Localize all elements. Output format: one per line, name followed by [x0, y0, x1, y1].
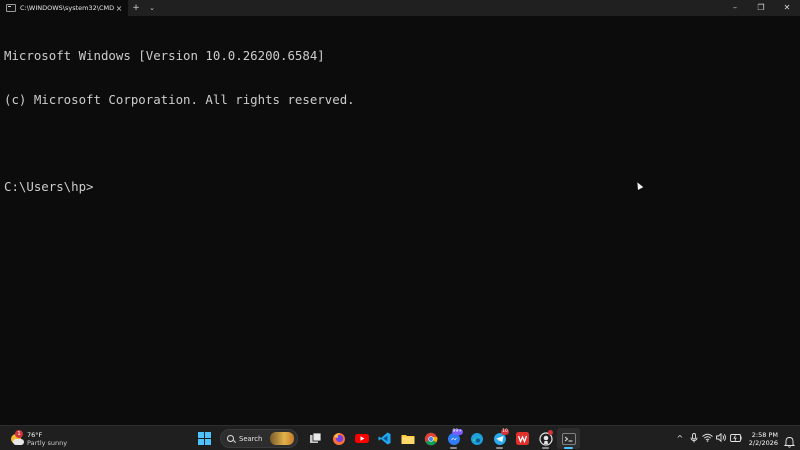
search-highlight-image: [270, 432, 294, 445]
start-button[interactable]: [193, 428, 216, 449]
volume-icon[interactable]: [715, 432, 729, 444]
tab-dropdown-button[interactable]: ⌄: [144, 0, 160, 16]
youtube-button[interactable]: [350, 428, 373, 449]
github-desktop-button[interactable]: [534, 428, 557, 449]
clock[interactable]: 2:58 PM 2/2/2026: [749, 431, 778, 447]
edge-icon: [470, 432, 483, 445]
terminal-icon: [6, 4, 16, 12]
battery-icon[interactable]: [729, 433, 743, 444]
clock-time: 2:58 PM: [751, 430, 778, 439]
vscode-icon: [378, 432, 391, 445]
minimize-button[interactable]: –: [722, 0, 748, 16]
command-prompt[interactable]: C:\Users\hp>: [4, 179, 796, 195]
partly-sunny-icon: 1: [10, 430, 24, 446]
notification-bell-icon[interactable]: [783, 433, 796, 448]
console-output[interactable]: Microsoft Windows [Version 10.0.26200.65…: [4, 20, 796, 209]
taskbar-apps: Search 99+ 10: [193, 428, 580, 449]
terminal-icon: [561, 432, 576, 445]
wps-office-button[interactable]: [511, 428, 534, 449]
title-bar: C:\WINDOWS\system32\CMD × + ⌄ – ❐ ✕: [0, 0, 800, 16]
taskbar-search[interactable]: Search: [220, 429, 298, 448]
file-explorer-button[interactable]: [396, 428, 419, 449]
terminal-taskbar-button[interactable]: [557, 428, 580, 449]
telegram-badge: 10: [501, 429, 509, 435]
console-line: (c) Microsoft Corporation. All rights re…: [4, 91, 355, 107]
youtube-icon: [354, 434, 369, 443]
chrome-button[interactable]: [419, 428, 442, 449]
console-line: Microsoft Windows [Version 10.0.26200.65…: [4, 48, 325, 63]
search-icon: [227, 435, 234, 442]
folder-icon: [401, 434, 414, 444]
window-controls: – ❐ ✕: [722, 0, 800, 16]
new-tab-button[interactable]: +: [128, 0, 144, 16]
firefox-icon: [332, 432, 345, 445]
windows-start-icon: [198, 432, 211, 445]
vscode-button[interactable]: [373, 428, 396, 449]
system-tray: ^ 2:58 PM 2/2/2026: [673, 428, 796, 449]
wifi-icon[interactable]: [701, 433, 715, 444]
messenger-button[interactable]: 99+: [442, 428, 465, 449]
close-button[interactable]: ✕: [774, 0, 800, 16]
search-label: Search: [239, 434, 263, 443]
telegram-button[interactable]: 10: [488, 428, 511, 449]
show-hidden-icons-button[interactable]: ^: [673, 434, 687, 443]
messenger-badge: 99+: [451, 429, 463, 435]
taskbar: 1 76°F Partly sunny Search 99+ 10 ^ 2:58…: [0, 425, 800, 450]
tab-close-button[interactable]: ×: [114, 4, 124, 13]
maximize-button[interactable]: ❐: [748, 0, 774, 16]
clock-date: 2/2/2026: [748, 438, 778, 447]
task-view-button[interactable]: [304, 428, 327, 449]
task-view-icon: [310, 432, 322, 443]
weather-widget[interactable]: 1 76°F Partly sunny: [10, 429, 67, 449]
microphone-icon[interactable]: [687, 432, 701, 445]
weather-badge: 1: [15, 430, 23, 438]
tab-cmd[interactable]: C:\WINDOWS\system32\CMD ×: [0, 0, 128, 16]
chrome-icon: [424, 432, 437, 445]
weather-condition: Partly sunny: [27, 439, 68, 447]
github-badge: [548, 430, 553, 435]
wps-icon: [516, 432, 529, 445]
firefox-button[interactable]: [327, 428, 350, 449]
weather-temp: 76°F: [27, 431, 43, 439]
edge-button[interactable]: [465, 428, 488, 449]
tab-title: C:\WINDOWS\system32\CMD: [20, 4, 115, 12]
